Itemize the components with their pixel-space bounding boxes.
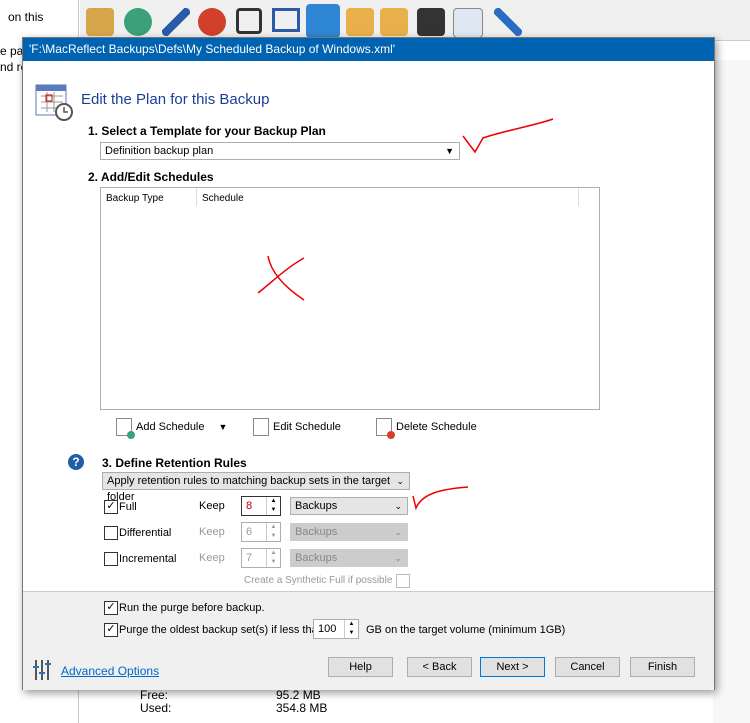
- delete-schedule-button[interactable]: Delete Schedule: [376, 418, 477, 439]
- add-icon[interactable]: [124, 8, 152, 36]
- full-unit-value: Backups: [295, 500, 338, 512]
- differential-keep-stepper[interactable]: 6 ▲ ▼: [241, 522, 281, 542]
- free-value: 95.2 MB: [276, 688, 321, 702]
- finish-button[interactable]: Finish: [630, 657, 695, 677]
- main-toolbar: [80, 0, 750, 41]
- sliders-icon: [33, 660, 51, 680]
- incremental-keep-label: Keep: [199, 552, 225, 564]
- dialog-title: 'F:\MacReflect Backups\Defs\My Scheduled…: [23, 38, 714, 61]
- chevron-down-icon: ⌄: [394, 553, 402, 563]
- edit-schedule-button[interactable]: Edit Schedule: [253, 418, 341, 436]
- chevron-down-icon: ⌄: [394, 527, 402, 537]
- full-keep-label: Keep: [199, 500, 225, 512]
- folder-icon[interactable]: [86, 8, 114, 36]
- differential-label: Differential: [119, 527, 172, 539]
- full-label: Full: [119, 501, 137, 513]
- incremental-label: Incremental: [119, 553, 177, 565]
- incremental-keep-stepper[interactable]: 7 ▲ ▼: [241, 548, 281, 568]
- incremental-checkbox[interactable]: [104, 552, 118, 566]
- dropdown-arrow-icon[interactable]: ▼: [219, 422, 228, 432]
- free-label: Free:: [140, 688, 169, 702]
- purge-gb-value: 100: [318, 623, 337, 635]
- differential-unit-select[interactable]: Backups ⌄: [290, 523, 408, 541]
- bg-text: e pa: [0, 44, 24, 58]
- spin-arrows-icon[interactable]: ▲ ▼: [344, 620, 358, 638]
- delete-schedule-label: Delete Schedule: [396, 421, 477, 433]
- add-schedule-icon: [116, 418, 135, 439]
- calendar-clock-icon: [35, 84, 73, 121]
- advanced-options-link[interactable]: Advanced Options: [61, 664, 159, 678]
- spin-arrows-icon[interactable]: ▲ ▼: [266, 523, 280, 541]
- edit-schedule-label: Edit Schedule: [273, 421, 341, 433]
- purge-gb-stepper[interactable]: 100 ▲ ▼: [313, 619, 359, 639]
- run-purge-checkbox[interactable]: ✓: [104, 601, 118, 615]
- chevron-down-icon: ⌄: [394, 501, 402, 511]
- template-value: Definition backup plan: [105, 145, 214, 157]
- schedules-table[interactable]: Backup Type Schedule: [100, 187, 600, 410]
- delete-schedule-icon: [376, 418, 395, 439]
- column-backup-type[interactable]: Backup Type: [106, 193, 164, 204]
- edit-plan-dialog: 'F:\MacReflect Backups\Defs\My Scheduled…: [22, 37, 715, 690]
- full-checkbox[interactable]: ✓: [104, 500, 118, 514]
- differential-keep-label: Keep: [199, 526, 225, 538]
- add-schedule-label: Add Schedule: [136, 421, 205, 433]
- differential-keep-value: 6: [246, 526, 253, 538]
- section-template-title: 1. Select a Template for your Backup Pla…: [88, 124, 326, 138]
- console-icon[interactable]: [417, 8, 445, 36]
- log-export-icon[interactable]: [380, 8, 408, 36]
- edit-schedule-icon: [253, 418, 269, 436]
- incremental-unit-value: Backups: [295, 552, 338, 564]
- cancel-button[interactable]: Cancel: [555, 657, 620, 677]
- full-unit-select[interactable]: Backups ⌄: [290, 497, 408, 515]
- log-icon[interactable]: [346, 8, 374, 36]
- background-panel-right: [713, 60, 750, 723]
- retention-mode-select[interactable]: Apply retention rules to matching backup…: [102, 472, 410, 503]
- section-retention-title: 3. Define Retention Rules: [102, 456, 247, 470]
- red-checkmark-annotation: [462, 118, 554, 154]
- monitor-icon[interactable]: [272, 8, 300, 32]
- wrench-icon[interactable]: [494, 8, 522, 36]
- next-button[interactable]: Next >: [480, 657, 545, 677]
- synthetic-full-checkbox[interactable]: [396, 574, 410, 588]
- full-keep-stepper[interactable]: 8 ▲ ▼: [241, 496, 281, 516]
- section-schedules-title: 2. Add/Edit Schedules: [88, 170, 214, 184]
- differential-unit-value: Backups: [295, 526, 338, 538]
- column-schedule[interactable]: Schedule: [202, 193, 244, 204]
- purge-suffix-label: GB on the target volume (minimum 1GB): [366, 624, 566, 636]
- incremental-keep-value: 7: [246, 552, 253, 564]
- window-icon[interactable]: [453, 8, 483, 38]
- dialog-heading: Edit the Plan for this Backup: [81, 91, 270, 108]
- full-keep-value: 8: [246, 500, 253, 512]
- used-label: Used:: [140, 701, 172, 715]
- red-x-annotation: [257, 255, 305, 301]
- red-checkmark-annotation: [412, 486, 469, 511]
- purge-oldest-label: Purge the oldest backup set(s) if less t…: [119, 624, 324, 636]
- used-value: 354.8 MB: [276, 701, 328, 715]
- schedule-icon[interactable]: [306, 4, 340, 38]
- help-icon[interactable]: ?: [68, 454, 84, 470]
- back-button[interactable]: < Back: [407, 657, 472, 677]
- run-purge-label: Run the purge before backup.: [119, 602, 265, 614]
- template-select[interactable]: Definition backup plan ▼: [100, 142, 460, 160]
- differential-checkbox[interactable]: [104, 526, 118, 540]
- incremental-unit-select[interactable]: Backups ⌄: [290, 549, 408, 567]
- remove-icon[interactable]: [198, 8, 226, 36]
- help-button[interactable]: Help: [328, 657, 393, 677]
- bg-text: on this: [8, 10, 44, 24]
- synthetic-full-label: Create a Synthetic Full if possible: [244, 575, 393, 586]
- verify-icon[interactable]: [236, 8, 262, 34]
- spin-arrows-icon[interactable]: ▲ ▼: [266, 549, 280, 567]
- chevron-down-icon: ⌄: [396, 476, 404, 486]
- spin-arrows-icon[interactable]: ▲ ▼: [266, 497, 280, 515]
- edit-icon[interactable]: [162, 8, 190, 36]
- add-schedule-button[interactable]: Add Schedule ▼: [116, 418, 228, 439]
- purge-oldest-checkbox[interactable]: ✓: [104, 623, 118, 637]
